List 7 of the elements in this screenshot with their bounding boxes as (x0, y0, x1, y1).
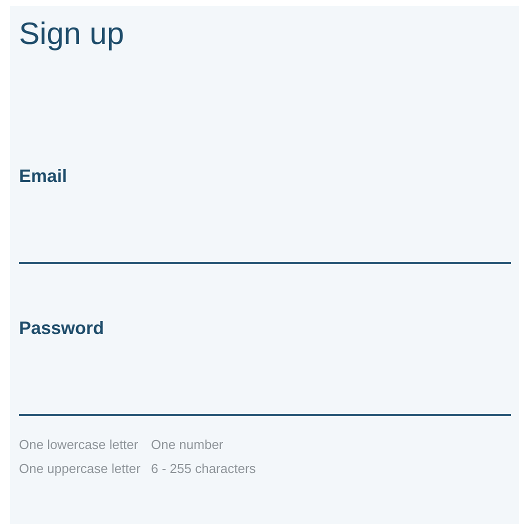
requirement-text: One lowercase letter (19, 436, 140, 454)
requirement-text: 6 - 255 characters (151, 460, 257, 478)
page-title: Sign up (19, 15, 126, 53)
field-label: Password (19, 317, 106, 340)
field-label: Email (19, 165, 68, 188)
requirement-text: One uppercase letter (19, 460, 142, 478)
requirement-text: One number (151, 436, 224, 454)
